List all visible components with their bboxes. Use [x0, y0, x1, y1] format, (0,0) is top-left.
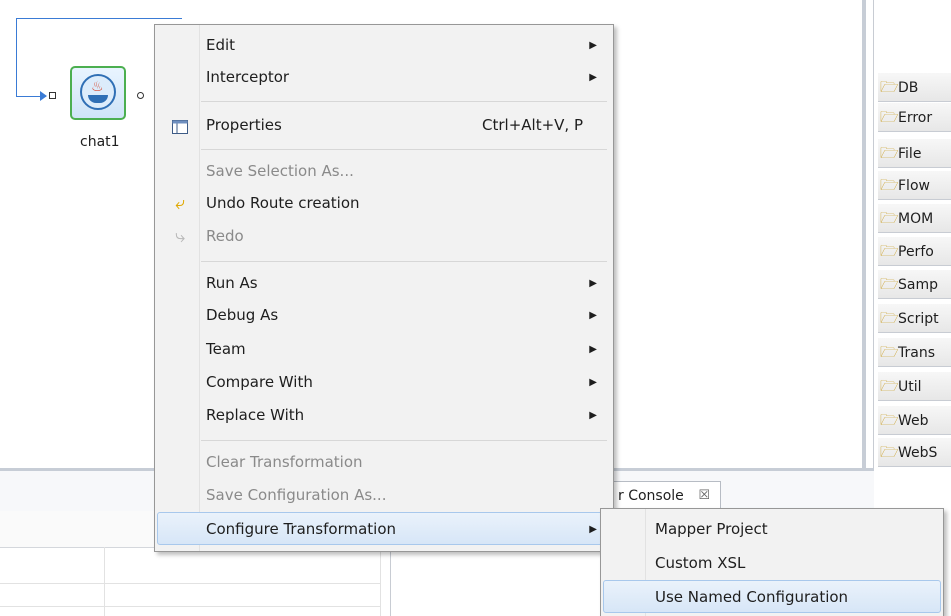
node-label: chat1 [80, 134, 120, 150]
submenu-item-custom-xsl[interactable]: Custom XSL [603, 547, 941, 580]
menu-item-debug-as[interactable]: Debug As ▶ [157, 299, 611, 332]
arrow-head-icon [40, 91, 47, 101]
table-row-line [0, 583, 380, 584]
menu-item-properties[interactable]: Properties Ctrl+Alt+V, P [157, 109, 611, 142]
route-connection-left [16, 18, 17, 96]
palette-item-script[interactable]: 🗁Script [878, 303, 951, 333]
palette-item-transformation[interactable]: 🗁Trans [878, 337, 951, 367]
submenu-arrow-icon: ▶ [589, 40, 597, 51]
palette-divider[interactable] [862, 0, 866, 468]
menu-item-compare-with[interactable]: Compare With ▶ [157, 366, 611, 399]
menu-separator [201, 101, 607, 102]
input-port[interactable] [49, 92, 56, 99]
menu-item-save-selection-as[interactable]: Save Selection As... [157, 155, 611, 188]
menu-separator [201, 440, 607, 441]
menu-item-configure-transformation[interactable]: Configure Transformation ▶ [157, 512, 611, 545]
route-connection-top [16, 18, 182, 19]
menu-item-replace-with[interactable]: Replace With ▶ [157, 399, 611, 432]
palette-item-webservice[interactable]: 🗁WebS [878, 437, 951, 467]
output-port[interactable] [137, 92, 144, 99]
menu-item-save-configuration-as[interactable]: Save Configuration As... [157, 479, 611, 512]
folder-icon: 🗁 [880, 377, 899, 395]
submenu-arrow-icon: ▶ [589, 377, 597, 388]
palette-item-error[interactable]: 🗁Error [878, 102, 951, 132]
folder-icon: 🗁 [880, 411, 899, 429]
menu-item-edit[interactable]: Edit ▶ [157, 29, 611, 62]
table-column-line [104, 547, 105, 616]
menu-item-redo[interactable]: ⤷ Redo [157, 220, 611, 253]
properties-icon [169, 109, 191, 142]
palette-border [873, 0, 874, 470]
folder-icon: 🗁 [880, 242, 899, 260]
folder-icon: 🗁 [880, 209, 899, 227]
chat-node[interactable]: ♨ [70, 66, 126, 120]
folder-icon: 🗁 [880, 275, 899, 293]
context-menu: Edit ▶ Interceptor ▶ Properties Ctrl+Alt… [154, 24, 614, 552]
palette-item-file[interactable]: 🗁File [878, 138, 951, 168]
palette-item-db[interactable]: 🗁DB [878, 72, 951, 102]
redo-icon: ⤷ [174, 226, 186, 247]
palette-item-util[interactable]: 🗁Util [878, 371, 951, 401]
folder-icon: 🗁 [880, 443, 899, 461]
java-icon: ♨ [80, 74, 116, 110]
folder-icon: 🗁 [880, 144, 899, 162]
submenu-item-use-named-configuration[interactable]: Use Named Configuration [603, 580, 941, 613]
configure-transformation-submenu: Mapper Project Custom XSL Use Named Conf… [600, 508, 944, 616]
palette-item-performance[interactable]: 🗁Perfo [878, 236, 951, 266]
submenu-arrow-icon: ▶ [589, 278, 597, 289]
submenu-arrow-icon: ▶ [589, 72, 597, 83]
folder-icon: 🗁 [880, 343, 899, 361]
palette-item-web[interactable]: 🗁Web [878, 405, 951, 435]
menu-item-undo-route-creation[interactable]: ⤶ Undo Route creation [157, 187, 611, 220]
folder-icon: 🗁 [880, 78, 899, 96]
submenu-arrow-icon: ▶ [589, 310, 597, 321]
palette-item-flow[interactable]: 🗁Flow [878, 170, 951, 200]
table-column-line [380, 547, 381, 616]
folder-icon: 🗁 [880, 176, 899, 194]
folder-icon: 🗁 [880, 309, 899, 327]
palette-item-samples[interactable]: 🗁Samp [878, 269, 951, 299]
menu-item-team[interactable]: Team ▶ [157, 333, 611, 366]
submenu-arrow-icon: ▶ [589, 524, 597, 535]
menu-separator [201, 149, 607, 150]
menu-item-interceptor[interactable]: Interceptor ▶ [157, 61, 611, 94]
close-tab-icon[interactable]: ☒ [698, 482, 710, 510]
menu-item-run-as[interactable]: Run As ▶ [157, 267, 611, 300]
menu-item-clear-transformation[interactable]: Clear Transformation [157, 446, 611, 479]
undo-icon: ⤶ [174, 193, 186, 214]
submenu-item-mapper-project[interactable]: Mapper Project [603, 513, 941, 546]
submenu-arrow-icon: ▶ [589, 410, 597, 421]
palette-item-mom[interactable]: 🗁MOM [878, 203, 951, 233]
folder-icon: 🗁 [880, 108, 899, 126]
table-row-line [0, 606, 380, 607]
submenu-arrow-icon: ▶ [589, 344, 597, 355]
menu-separator [201, 261, 607, 262]
